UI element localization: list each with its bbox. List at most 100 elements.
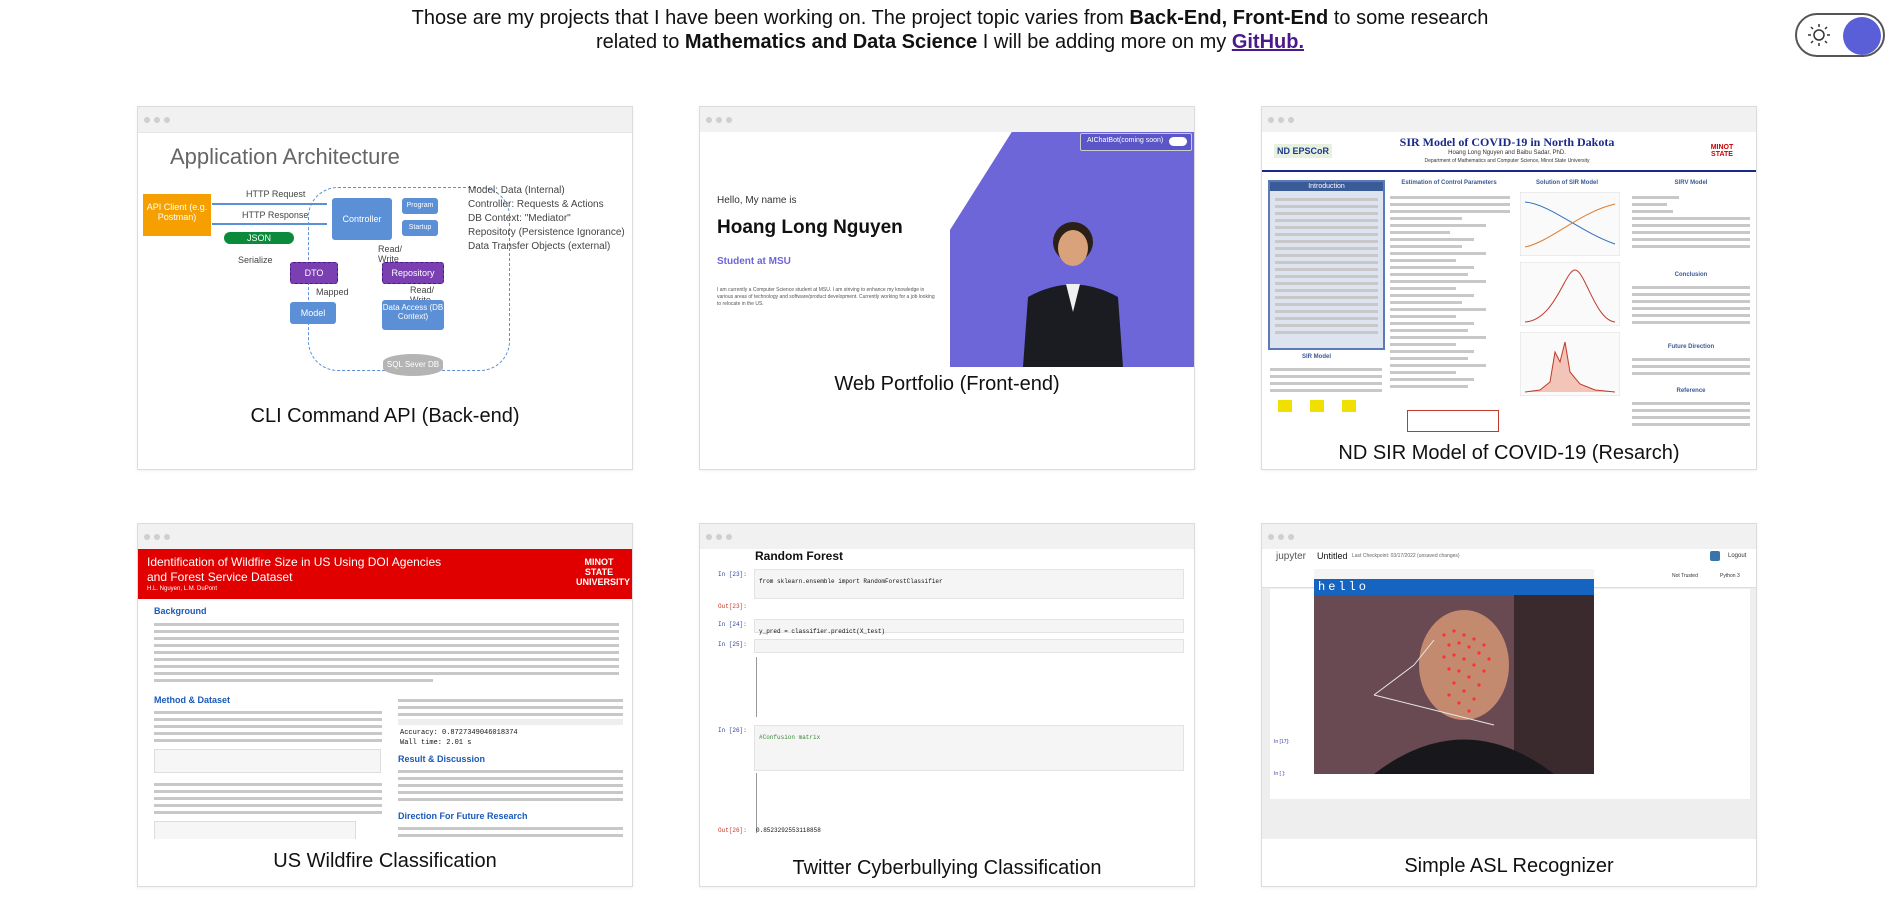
poster-title-2: and Forest Service Dataset <box>147 570 293 584</box>
poster-authors: Hoang Long Nguyen and Baibu Sadar, PhD. <box>1448 150 1566 156</box>
window-caption-bar: hello <box>1314 579 1594 595</box>
in-prompt: In [25]: <box>718 641 747 648</box>
section-heading: Method & Dataset <box>154 695 231 705</box>
hello-text: Hello, My name is <box>717 195 797 206</box>
code-text: from sklearn.ensemble import RandomFores… <box>759 578 943 585</box>
project-card-wildfire[interactable]: Identification of Wildfire Size in US Us… <box>137 523 633 887</box>
poster-title-1: Identification of Wildfire Size in US Us… <box>147 555 442 569</box>
poster-column-intro: Introduction <box>1268 180 1385 350</box>
notebook-heading: Random Forest <box>755 549 844 563</box>
project-title: CLI Command API (Back-end) <box>250 405 520 427</box>
in-prompt: In [17]: <box>1274 739 1290 745</box>
code-text: y_pred = classifier.predict(X_test) <box>759 628 886 635</box>
controller-box: Controller <box>332 198 392 240</box>
sun-icon <box>1808 24 1830 46</box>
code-cell: y_pred = classifier.predict(X_test) <box>754 619 1184 635</box>
portfolio-name: Hoang Long Nguyen <box>717 217 903 238</box>
poster-header: Identification of Wildfire Size in US Us… <box>138 549 632 599</box>
card-window-bar <box>700 524 1194 550</box>
project-card-sir-model[interactable]: ND EPSCoR SIR Model of COVID-19 in North… <box>1261 106 1757 470</box>
chatbot-toggle <box>1169 137 1187 146</box>
accuracy-output: Accuracy: 0.8727349046018374 <box>400 729 518 737</box>
window-title-bar <box>1314 569 1594 579</box>
project-title: Simple ASL Recognizer <box>1404 855 1614 877</box>
legend-item: Data Transfer Objects (external) <box>468 241 611 252</box>
intro-research-bold: Mathematics and Data Science <box>684 31 978 53</box>
startup-box: Startup <box>402 220 438 236</box>
dto-box: DTO <box>290 262 338 284</box>
epscor-logo: ND EPSCoR <box>1274 144 1333 158</box>
repository-box: Repository <box>382 262 444 284</box>
section-heading: Background <box>154 606 207 616</box>
project-card-cli-api[interactable]: Application Architecture API Client (e.g… <box>137 106 633 470</box>
legend-item: Repository (Persistence Ignorance) <box>468 227 625 238</box>
card-screenshot: Application Architecture API Client (e.g… <box>138 132 632 402</box>
http-response-label: HTTP Response <box>242 210 309 220</box>
section-heading: Introduction <box>1270 182 1383 191</box>
checkpoint-text: Last Checkpoint: 03/17/2022 (unsaved cha… <box>1352 553 1460 559</box>
arch-legend-list: Model: Data (Internal) Controller: Reque… <box>468 184 625 254</box>
notebook-name: Untitled <box>1317 551 1348 561</box>
card-window-bar <box>138 107 632 133</box>
read-write-label: Read/ Write <box>378 244 403 264</box>
in-prompt: In [23]: <box>718 571 747 578</box>
intro-line1-text: Those are my projects that I have been w… <box>411 7 1130 29</box>
sir-plot-2 <box>1520 262 1620 326</box>
kernel-badge: Python 3 <box>1720 573 1740 579</box>
card-window-bar <box>138 524 632 550</box>
project-card-cyberbullying[interactable]: Random Forest In [23]: from sklearn.ense… <box>699 523 1195 887</box>
project-card-asl[interactable]: jupyter Untitled Last Checkpoint: 03/17/… <box>1261 523 1757 887</box>
project-card-portfolio[interactable]: AIChatBot(coming soon) Hello, My name is… <box>699 106 1195 470</box>
poster-authors: H.L. Nguyen, L.M. DuPont <box>147 586 218 592</box>
logout-button[interactable]: Logout <box>1728 553 1746 559</box>
card-screenshot: Random Forest In [23]: from sklearn.ense… <box>700 549 1194 839</box>
detected-text: hello <box>1318 580 1370 594</box>
card-screenshot: AIChatBot(coming soon) Hello, My name is… <box>700 132 1194 367</box>
project-title: Twitter Cyberbullying Classification <box>792 857 1102 879</box>
in-prompt: In [26]: <box>718 727 747 734</box>
poster-title: SIR Model of COVID-19 in North Dakota <box>1399 135 1615 149</box>
accuracy-result: 0.8523292553118858 <box>756 827 821 834</box>
json-pill: JSON <box>224 232 294 244</box>
github-link[interactable]: GitHub. <box>1232 31 1304 53</box>
minot-state-logo: MINOT STATE <box>1710 144 1734 158</box>
section-heading: Result & Discussion <box>398 754 486 764</box>
out-prompt: Out[26]: <box>718 827 747 834</box>
toggle-knob <box>1843 17 1881 55</box>
legend-item: Model: Data (Internal) <box>468 185 565 196</box>
portfolio-bio: I am currently a Computer Science studen… <box>717 287 935 307</box>
serialize-label: Serialize <box>238 255 273 265</box>
section-heading: SIRV Model <box>1674 180 1708 186</box>
section-heading: SIR Model <box>1302 354 1332 360</box>
arch-title: Application Architecture <box>170 144 400 169</box>
card-screenshot: ND EPSCoR SIR Model of COVID-19 in North… <box>1262 132 1756 444</box>
poster-dept: Department of Mathematics and Computer S… <box>1424 158 1590 164</box>
webcam-frame <box>1314 595 1594 774</box>
intro-line2-text: related to <box>595 31 685 53</box>
data-access-box: Data Access (DB Context) <box>382 300 444 330</box>
section-heading: Solution of SIR Model <box>1536 180 1598 186</box>
theme-toggle[interactable] <box>1795 13 1885 57</box>
intro-topics-bold: Back-End, Front-End <box>1129 7 1329 29</box>
code-cell: #Confusion matrix <box>754 725 1184 771</box>
section-heading: Direction For Future Research <box>398 811 528 821</box>
trusted-badge: Not Trusted <box>1672 573 1698 579</box>
card-window-bar <box>1262 524 1756 550</box>
university-logo: MINOT STATE UNIVERSITY <box>576 557 631 587</box>
profile-photo <box>1023 222 1123 367</box>
card-screenshot: Identification of Wildfire Size in US Us… <box>138 549 632 839</box>
model-box: Model <box>290 302 336 324</box>
in-prompt-empty: In [ ]: <box>1274 771 1286 777</box>
card-screenshot: jupyter Untitled Last Checkpoint: 03/17/… <box>1262 549 1756 839</box>
chatbot-label: AIChatBot(coming soon) <box>1087 137 1164 144</box>
out-prompt: Out[23]: <box>718 603 747 610</box>
project-title: ND SIR Model of COVID-19 (Resarch) <box>1338 442 1680 464</box>
intro-line1-end: to some research <box>1328 7 1489 29</box>
section-heading: Future Direction <box>1667 344 1715 350</box>
code-cell: from sklearn.ensemble import RandomFores… <box>754 569 1184 599</box>
project-title: US Wildfire Classification <box>273 850 497 872</box>
section-heading: Estimation of Control Parameters <box>1401 180 1497 186</box>
project-title: Web Portfolio (Front-end) <box>834 373 1060 395</box>
program-box: Program <box>402 198 438 214</box>
intro-text: Those are my projects that I have been w… <box>380 6 1520 54</box>
